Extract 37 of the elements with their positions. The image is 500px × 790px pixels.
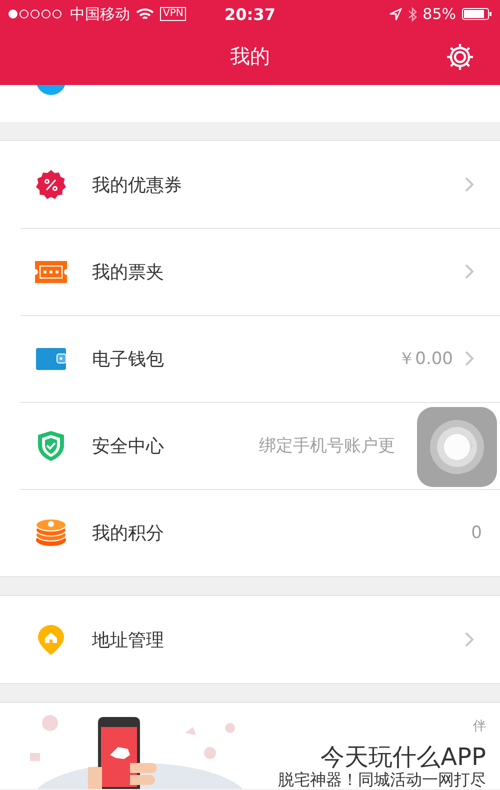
battery-percent: 85% bbox=[422, 5, 456, 23]
vpn-badge: VPN bbox=[160, 7, 186, 21]
menu-label: 我的票夹 bbox=[92, 260, 165, 284]
menu-label: 电子钱包 bbox=[92, 348, 165, 370]
ad-banner[interactable]: 伴 今天玩什么APP 脱宅神器！同城活动一网打尽 bbox=[0, 702, 500, 789]
home-pin-icon bbox=[37, 624, 65, 656]
wallet-icon bbox=[35, 346, 67, 370]
battery-icon bbox=[462, 8, 492, 20]
assistive-touch-button[interactable] bbox=[417, 407, 497, 487]
banner-subtitle: 脱宅神器！同城活动一网打尽 bbox=[278, 770, 486, 789]
menu-value: ￥0.00 bbox=[398, 348, 453, 370]
menu-row[interactable]: 地址管理 bbox=[0, 596, 500, 683]
menu-row[interactable]: 我的积分 0 bbox=[0, 489, 500, 576]
shield-check-icon bbox=[36, 430, 66, 462]
coin-stack-icon bbox=[35, 518, 67, 548]
clock-time: 20:37 bbox=[224, 4, 276, 24]
page-title: 我的 bbox=[230, 43, 270, 70]
wifi-icon bbox=[136, 8, 154, 20]
settings-icon[interactable] bbox=[445, 42, 475, 72]
menu-label: 安全中心 bbox=[92, 434, 165, 458]
menu-row[interactable]: 我的优惠券 bbox=[0, 141, 500, 228]
menu-row[interactable]: 电子钱包 ￥0.00 bbox=[0, 315, 500, 402]
menu-row[interactable]: 安全中心 绑定手机号账户更 bbox=[0, 402, 500, 489]
menu-value: 0 bbox=[471, 522, 482, 542]
menu-label: 我的优惠券 bbox=[92, 174, 183, 196]
location-arrow-icon bbox=[388, 8, 402, 20]
banner-tag: 伴 bbox=[473, 717, 486, 735]
bluetooth-icon bbox=[408, 6, 417, 22]
menu-label: 地址管理 bbox=[92, 628, 165, 652]
menu-row[interactable]: 我的票夹 bbox=[0, 228, 500, 315]
ticket-icon bbox=[34, 260, 68, 284]
menu-value: 绑定手机号账户更 bbox=[259, 435, 395, 457]
discount-badge-icon bbox=[35, 168, 67, 200]
menu-label: 我的积分 bbox=[92, 522, 165, 544]
signal-icon bbox=[8, 9, 64, 19]
banner-title: 今天玩什么APP bbox=[320, 742, 486, 772]
carrier-name: 中国移动 bbox=[70, 4, 130, 24]
